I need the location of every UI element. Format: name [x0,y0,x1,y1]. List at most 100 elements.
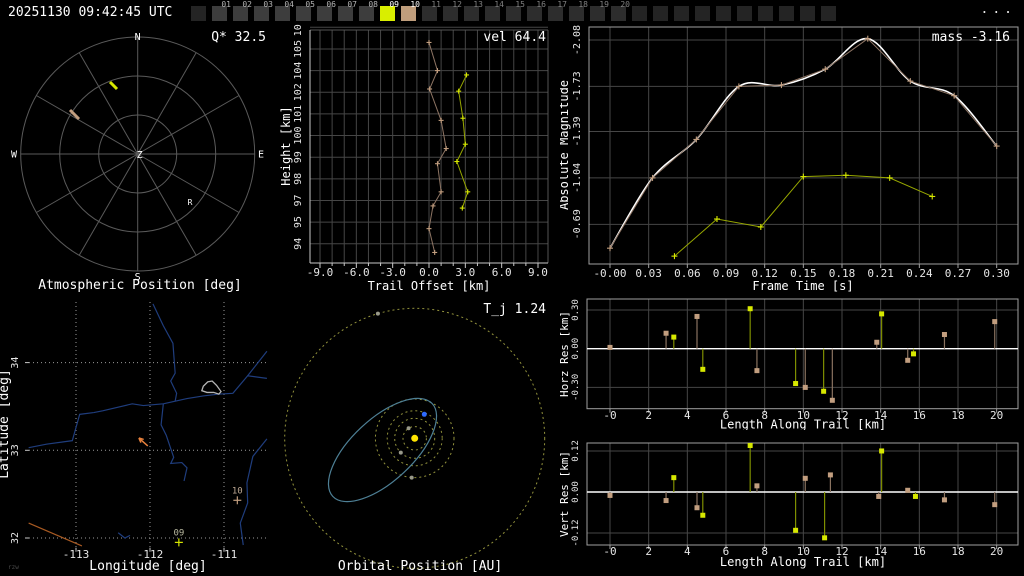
fireball-analysis-screen: 20251130 09:42:45 UTC 01 02 03 04 05 06 07 08 09… [0,0,1024,576]
frame-square[interactable] [821,6,836,21]
frame-square[interactable] [191,6,206,21]
frame-square[interactable] [674,6,689,21]
lake-outline [200,380,222,395]
site10-residual-point [802,384,808,390]
frame-thumbnail-09[interactable]: 09 [379,0,400,24]
frame-thumbnail-19[interactable]: 19 [589,0,610,24]
frame-square[interactable] [758,6,773,21]
x-tick-label: 6.0 [492,266,512,279]
frame-square[interactable] [695,6,710,21]
frame-thumbnail-10[interactable]: 10 [400,0,421,24]
x-tick-label: -9.0 [307,266,334,279]
earth-marker [421,411,427,417]
ground-map-plot: 0910-113 -112 -111343332Longitude [deg]Lat… [0,302,268,574]
x-tick-label: -0.00 [593,267,626,280]
frame-thumbnail-08[interactable]: 08 [358,0,379,24]
frame-thumbnail-16[interactable]: 16 [526,0,547,24]
site10-residual-point [827,472,833,478]
frame-thumbnail-blank[interactable] [778,0,799,24]
frame-square[interactable] [653,6,668,21]
mass-stat: mass -3.16 [931,30,1010,45]
x-tick-label: -113 [63,548,90,561]
frame-thumbnail-blank[interactable] [757,0,778,24]
vert-res-plot: -0 2 4 6 8 10 12 14 16 18 200.120.00-0.12Length Al… [560,440,1019,569]
site-marker-label: 10 [232,486,243,496]
site10-residual-point [754,368,760,374]
frame-number-label: 02 [242,0,252,9]
frame-number-label: 14 [494,0,504,9]
x-tick-label: -6.0 [343,266,370,279]
y-tick-label: 0.00 [571,338,581,360]
site10-residual-point [876,493,882,499]
y-tick-label: -2.08 [572,25,583,55]
frame-thumbnail-12[interactable]: 12 [442,0,463,24]
frame-square[interactable] [737,6,752,21]
frame-number-label: 17 [557,0,567,9]
frame-thumbnail-blank[interactable] [820,0,841,24]
frame-thumbnail-13[interactable]: 13 [463,0,484,24]
velocity-stat: vel 64.4 [483,30,546,45]
frame-thumbnail-17[interactable]: 17 [547,0,568,24]
frame-thumbnail-18[interactable]: 18 [568,0,589,24]
x-axis-title: Trail Offset [km] [368,279,491,293]
y-axis-title: Absolute Magnitude [560,80,571,210]
frame-thumbnail-04[interactable]: 04 [274,0,295,24]
site10-residual-point [607,344,613,350]
panel-trail-offset: -9.0 -6.0 -3.0 0.0 3.0 6.0 9.0 94 95 97 98 99 100 101… [280,24,560,296]
y-tick-label: 100 [293,127,304,145]
x-tick-label: 4 [684,409,691,422]
sun-marker [411,434,419,442]
frame-thumbnail-07[interactable]: 07 [337,0,358,24]
frame-thumbnail-11[interactable]: 11 [421,0,442,24]
frame-thumbnail-blank[interactable] [673,0,694,24]
x-tick-label: 2 [645,409,652,422]
frame-square[interactable] [632,6,647,21]
site09-residual-point [793,381,799,387]
x-axis-title: Length Along Trail [km] [720,418,886,431]
frame-thumbnail-blank[interactable] [736,0,757,24]
site09-residual-point [747,306,753,312]
frame-thumbnail-blank[interactable] [631,0,652,24]
frame-thumbnail-blank[interactable] [652,0,673,24]
mercury-marker [406,426,411,431]
frame-thumbnail-01[interactable]: 01 [211,0,232,24]
y-tick-label: 102 [293,83,304,101]
frame-number-label: 18 [578,0,588,9]
compass-east-label: E [258,150,264,161]
x-tick-label: -0 [603,545,616,558]
y-axis-title: Horz Res [km] [560,311,571,397]
frame-number-label: 16 [536,0,546,9]
y-tick-label: 95 [293,216,304,228]
site09-residual-point [879,448,885,454]
frame-thumbnail-blank[interactable] [694,0,715,24]
frame-square[interactable] [716,6,731,21]
jupiter-marker [375,311,380,316]
x-tick-label: 16 [913,545,926,558]
frame-thumbnail-14[interactable]: 14 [484,0,505,24]
frame-thumbnail-15[interactable]: 15 [505,0,526,24]
frame-thumbnail-02[interactable]: 02 [232,0,253,24]
y-tick-label: 106 [293,24,304,36]
panel-horz-res: -0 2 4 6 8 10 12 14 16 18 20 0.30 0.00 -0.30 Length Al… [560,296,1024,430]
frame-thumbnail-blank[interactable] [715,0,736,24]
y-tick-label: 98 [293,173,304,185]
polar-spoke [78,153,139,256]
frame-number-label: 01 [221,0,231,9]
frame-thumbnail-06[interactable]: 06 [316,0,337,24]
site10-residual-point [663,498,669,504]
frame-number-label: 06 [326,0,336,9]
panel-orbital-position: T_j 1.24 Orbital Position [AU] [280,296,560,576]
polar-spoke [137,52,197,155]
overflow-menu-button[interactable]: ... [981,2,1016,17]
frame-thumbnail-03[interactable]: 03 [253,0,274,24]
frame-thumbnail-05[interactable]: 05 [295,0,316,24]
frame-square[interactable] [800,6,815,21]
site09-residual-point [700,366,706,372]
zenith-label: Z [137,150,143,161]
site09-residual-point [747,442,753,448]
frame-thumbnail-blank[interactable] [799,0,820,24]
frame-thumbnail-blank[interactable] [190,0,211,24]
frame-square[interactable] [779,6,794,21]
frame-thumbnail-20[interactable]: 20 [610,0,631,24]
x-axis-title: Length Along Trail [km] [720,555,886,569]
